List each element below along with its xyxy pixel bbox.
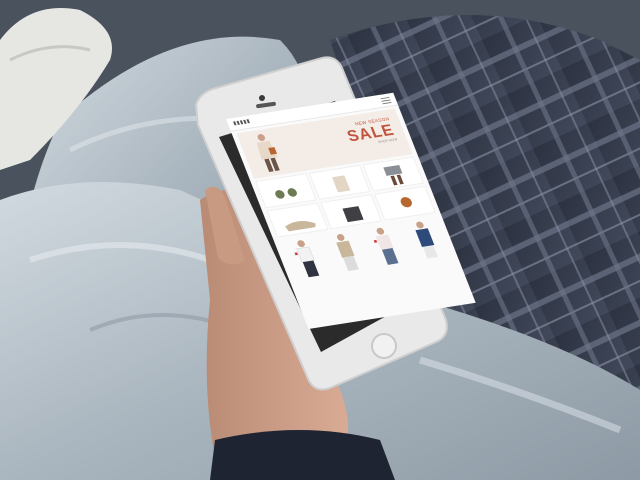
banner-model-image: [256, 134, 280, 172]
product-figure[interactable]: [289, 238, 324, 280]
product-figure[interactable]: [408, 219, 443, 261]
shop-logo: ▮▮▮▮▮: [232, 118, 252, 127]
category-tile[interactable]: [266, 202, 329, 238]
category-tile[interactable]: [374, 185, 436, 221]
product-figure[interactable]: [369, 226, 404, 268]
camera-icon: [259, 95, 265, 101]
menu-icon[interactable]: [380, 96, 392, 105]
photo-scene: ▮▮▮▮▮ NEW SEASON SALE SHOP NOW: [0, 0, 640, 480]
banner-copy: NEW SEASON SALE SHOP NOW: [343, 117, 398, 149]
category-tile[interactable]: [308, 164, 371, 200]
category-tile[interactable]: [320, 194, 382, 230]
product-figure[interactable]: [329, 232, 364, 274]
category-tile[interactable]: [362, 156, 425, 192]
home-button-icon[interactable]: [371, 333, 397, 359]
category-tile[interactable]: [255, 173, 317, 209]
sleeve: [210, 430, 395, 480]
